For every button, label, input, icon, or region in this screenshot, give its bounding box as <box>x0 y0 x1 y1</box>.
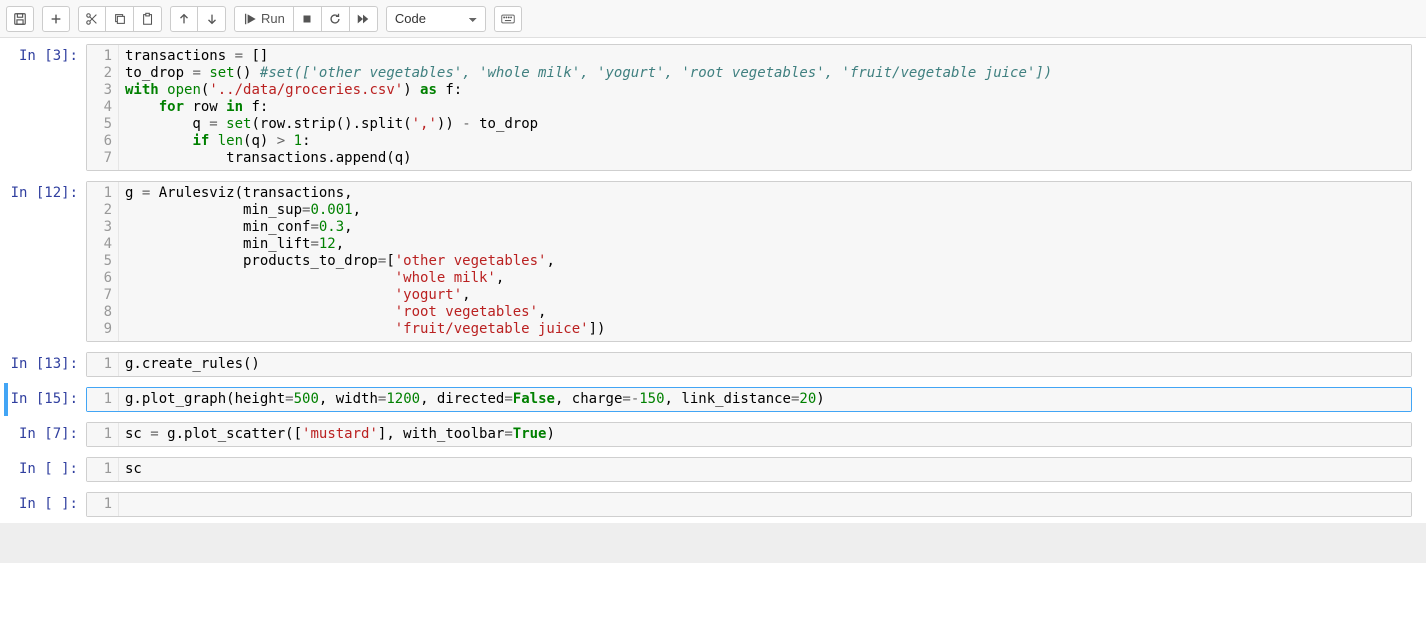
code-cell[interactable]: In [ ]:1sc <box>4 453 1422 486</box>
input-prompt: In [ ]: <box>8 492 86 517</box>
interrupt-button[interactable] <box>294 6 322 32</box>
insert-cell-button[interactable] <box>42 6 70 32</box>
input-prompt: In [3]: <box>8 44 86 171</box>
save-icon <box>13 12 27 26</box>
run-button[interactable]: Run <box>234 6 294 32</box>
notebook-end-space <box>0 523 1426 563</box>
line-number-gutter: 1 <box>87 493 119 516</box>
input-prompt: In [ ]: <box>8 457 86 482</box>
line-number-gutter: 1 <box>87 423 119 446</box>
restart-icon <box>328 12 342 26</box>
scissors-icon <box>85 12 99 26</box>
input-area[interactable]: 1g.plot_graph(height=500, width=1200, di… <box>86 387 1412 412</box>
input-prompt: In [12]: <box>8 181 86 342</box>
stop-icon <box>300 12 314 26</box>
input-area[interactable]: 1sc = g.plot_scatter(['mustard'], with_t… <box>86 422 1412 447</box>
code-cell[interactable]: In [3]:1234567transactions = [] to_drop … <box>4 40 1422 175</box>
cut-button[interactable] <box>78 6 106 32</box>
code-editor[interactable]: g.plot_graph(height=500, width=1200, dir… <box>119 388 1411 411</box>
input-area[interactable]: 1sc <box>86 457 1412 482</box>
move-down-button[interactable] <box>198 6 226 32</box>
arrow-up-icon <box>177 12 191 26</box>
code-editor[interactable] <box>119 493 1411 516</box>
input-area[interactable]: 1g.create_rules() <box>86 352 1412 377</box>
input-prompt: In [7]: <box>8 422 86 447</box>
code-editor[interactable]: g = Arulesviz(transactions, min_sup=0.00… <box>119 182 1411 341</box>
code-editor[interactable]: g.create_rules() <box>119 353 1411 376</box>
save-button[interactable] <box>6 6 34 32</box>
code-cell[interactable]: In [15]:1g.plot_graph(height=500, width=… <box>4 383 1422 416</box>
line-number-gutter: 1234567 <box>87 45 119 170</box>
arrow-down-icon <box>205 12 219 26</box>
code-editor[interactable]: transactions = [] to_drop = set() #set([… <box>119 45 1411 170</box>
cell-type-select[interactable]: Code <box>386 6 486 32</box>
code-cell[interactable]: In [ ]:1 <box>4 488 1422 521</box>
copy-button[interactable] <box>106 6 134 32</box>
line-number-gutter: 1 <box>87 353 119 376</box>
input-area[interactable]: 123456789g = Arulesviz(transactions, min… <box>86 181 1412 342</box>
code-cell[interactable]: In [7]:1sc = g.plot_scatter(['mustard'],… <box>4 418 1422 451</box>
restart-run-all-button[interactable] <box>350 6 378 32</box>
code-editor[interactable]: sc <box>119 458 1411 481</box>
move-up-button[interactable] <box>170 6 198 32</box>
paste-icon <box>141 12 155 26</box>
line-number-gutter: 1 <box>87 458 119 481</box>
command-palette-button[interactable] <box>494 6 522 32</box>
code-cell[interactable]: In [13]:1g.create_rules() <box>4 348 1422 381</box>
toolbar: Run Code <box>0 0 1426 38</box>
line-number-gutter: 123456789 <box>87 182 119 341</box>
input-area[interactable]: 1234567transactions = [] to_drop = set()… <box>86 44 1412 171</box>
keyboard-icon <box>501 12 515 26</box>
input-area[interactable]: 1 <box>86 492 1412 517</box>
restart-button[interactable] <box>322 6 350 32</box>
run-label: Run <box>261 11 285 26</box>
paste-button[interactable] <box>134 6 162 32</box>
input-prompt: In [13]: <box>8 352 86 377</box>
code-cell[interactable]: In [12]:123456789g = Arulesviz(transacti… <box>4 177 1422 346</box>
code-editor[interactable]: sc = g.plot_scatter(['mustard'], with_to… <box>119 423 1411 446</box>
copy-icon <box>113 12 127 26</box>
line-number-gutter: 1 <box>87 388 119 411</box>
notebook-container: In [3]:1234567transactions = [] to_drop … <box>0 40 1426 521</box>
input-prompt: In [15]: <box>8 387 86 412</box>
fast-forward-icon <box>356 12 370 26</box>
plus-icon <box>49 12 63 26</box>
run-icon <box>243 12 257 26</box>
